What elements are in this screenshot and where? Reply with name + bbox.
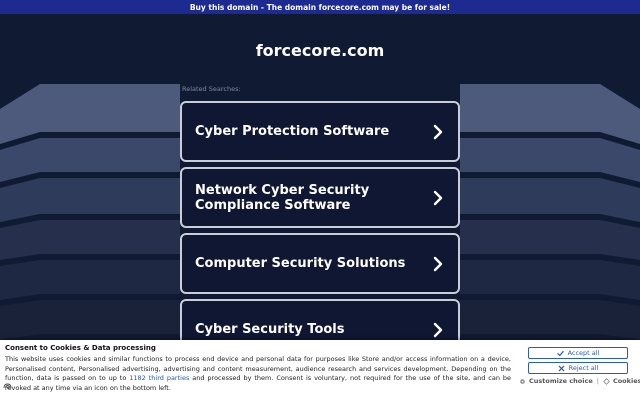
fingerprint-icon[interactable] <box>3 383 12 389</box>
diamond-icon <box>603 377 610 385</box>
search-result-label: Computer Security Solutions <box>195 256 406 271</box>
chevron-right-icon <box>433 322 443 337</box>
customize-choice-label: Customize choice <box>529 377 593 385</box>
check-icon <box>556 350 564 356</box>
chevron-right-icon <box>433 256 443 271</box>
search-result-label: Network Cyber Security Compliance Softwa… <box>195 182 370 213</box>
cookie-consent-banner: Consent to Cookies & Data processing Thi… <box>0 340 640 400</box>
chevron-right-icon <box>433 190 443 205</box>
domain-sale-banner[interactable]: Buy this domain - The domain forcecore.c… <box>0 0 640 14</box>
accept-all-label: Accept all <box>567 349 600 357</box>
search-result-card[interactable]: Cyber Protection Software <box>180 101 460 162</box>
consent-description: This website uses cookies and similar fu… <box>5 355 511 393</box>
search-result-label: Cyber Security Tools <box>195 322 345 337</box>
consent-footer-links: Customize choice | Cookies <box>519 377 640 385</box>
customize-choice-link[interactable]: Customize choice <box>519 377 593 385</box>
search-result-card[interactable]: Network Cyber Security Compliance Softwa… <box>180 167 460 228</box>
cookies-link[interactable]: Cookies <box>603 377 640 385</box>
chevron-right-icon <box>433 124 443 139</box>
domain-sale-link[interactable]: Buy this domain - The domain forcecore.c… <box>190 3 450 12</box>
accept-all-button[interactable]: Accept all <box>528 347 628 359</box>
search-result-card[interactable]: Computer Security Solutions <box>180 233 460 294</box>
consent-title: Consent to Cookies & Data processing <box>5 344 156 352</box>
related-searches-label: Related Searches: <box>182 85 241 93</box>
gear-icon <box>520 378 525 384</box>
page-title: forcecore.com <box>255 41 385 60</box>
reject-all-label: Reject all <box>568 364 599 372</box>
x-icon <box>558 365 564 371</box>
link-separator: | <box>596 377 599 385</box>
cookies-label: Cookies <box>612 377 640 385</box>
reject-all-button[interactable]: Reject all <box>528 362 628 374</box>
third-parties-link[interactable]: 1182 third parties <box>129 374 189 382</box>
search-result-label: Cyber Protection Software <box>195 124 390 139</box>
